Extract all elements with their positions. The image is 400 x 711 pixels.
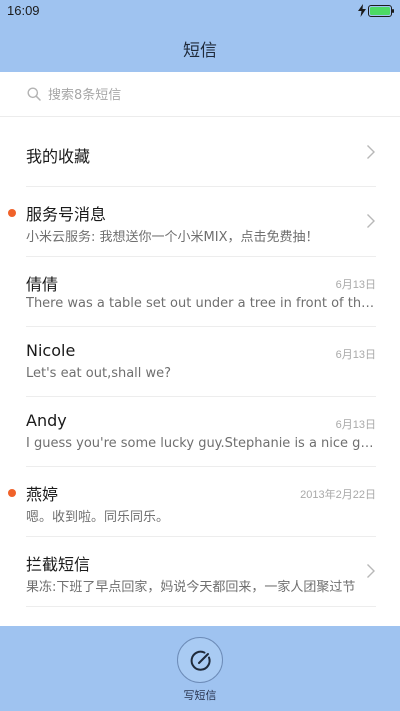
conversation-name: 燕婷: [26, 485, 59, 504]
conversation-preview: 嗯。收到啦。同乐同乐。: [26, 510, 170, 525]
conversation-date: 6月13日: [335, 419, 376, 431]
conversation-item[interactable]: 燕婷 2013年2月22日 嗯。收到啦。同乐同乐。: [8, 467, 376, 537]
conversation-item[interactable]: Nicole 6月13日 Let's eat out,shall we?: [26, 327, 376, 397]
search-input[interactable]: [48, 85, 368, 105]
chevron-right-icon: [367, 214, 375, 228]
page-title: 短信: [183, 41, 217, 61]
search-bar[interactable]: [0, 72, 400, 117]
chevron-right-icon: [367, 145, 375, 159]
unread-dot: [8, 209, 16, 217]
conversation-name: 拦截短信: [26, 555, 91, 574]
status-time: 16:09: [7, 3, 40, 18]
conversation-preview: Let's eat out,shall we?: [26, 366, 172, 381]
conversation-item[interactable]: Andy 6月13日 I guess you're some lucky guy…: [26, 397, 376, 467]
conversation-name: Andy: [26, 411, 67, 430]
conversation-date: 6月13日: [335, 349, 376, 361]
app-header: 16:09 短信: [0, 0, 400, 72]
bottom-toolbar: 写短信: [0, 626, 400, 711]
conversation-preview: There was a table set out under a tree i…: [26, 296, 376, 311]
conversation-item[interactable]: 服务号消息 小米云服务: 我想送你一个小米MIX，点击免费抽！: [8, 187, 376, 257]
compose-label: 写短信: [183, 689, 217, 702]
charging-icon: [358, 4, 366, 17]
conversation-date: 6月13日: [335, 279, 376, 291]
conversation-item[interactable]: 倩倩 6月13日 There was a table set out under…: [26, 257, 376, 327]
conversation-list: 我的收藏 服务号消息 小米云服务: 我想送你一个小米MIX，点击免费抽！ 倩倩 …: [0, 117, 400, 607]
conversation-preview: 小米云服务: 我想送你一个小米MIX，点击免费抽！: [26, 230, 319, 245]
favorites-label: 我的收藏: [26, 147, 91, 166]
unread-dot: [8, 489, 16, 497]
conversation-name: 倩倩: [26, 275, 59, 294]
chevron-right-icon: [367, 564, 375, 578]
conversation-preview: I guess you're some lucky guy.Stephanie …: [26, 436, 376, 451]
compose-icon: [190, 650, 211, 671]
search-icon: [27, 87, 41, 101]
battery-icon: [368, 5, 394, 17]
conversation-item[interactable]: 拦截短信 果冻:下班了早点回家，妈说今天都回来，一家人团聚过节: [26, 537, 376, 607]
favorites-item[interactable]: 我的收藏: [26, 117, 376, 187]
status-bar: 16:09: [0, 0, 400, 22]
compose-button[interactable]: [177, 637, 223, 683]
conversation-date: 2013年2月22日: [300, 489, 376, 501]
conversation-name: 服务号消息: [26, 205, 107, 224]
conversation-preview: 果冻:下班了早点回家，妈说今天都回来，一家人团聚过节: [26, 580, 356, 595]
conversation-name: Nicole: [26, 341, 76, 360]
